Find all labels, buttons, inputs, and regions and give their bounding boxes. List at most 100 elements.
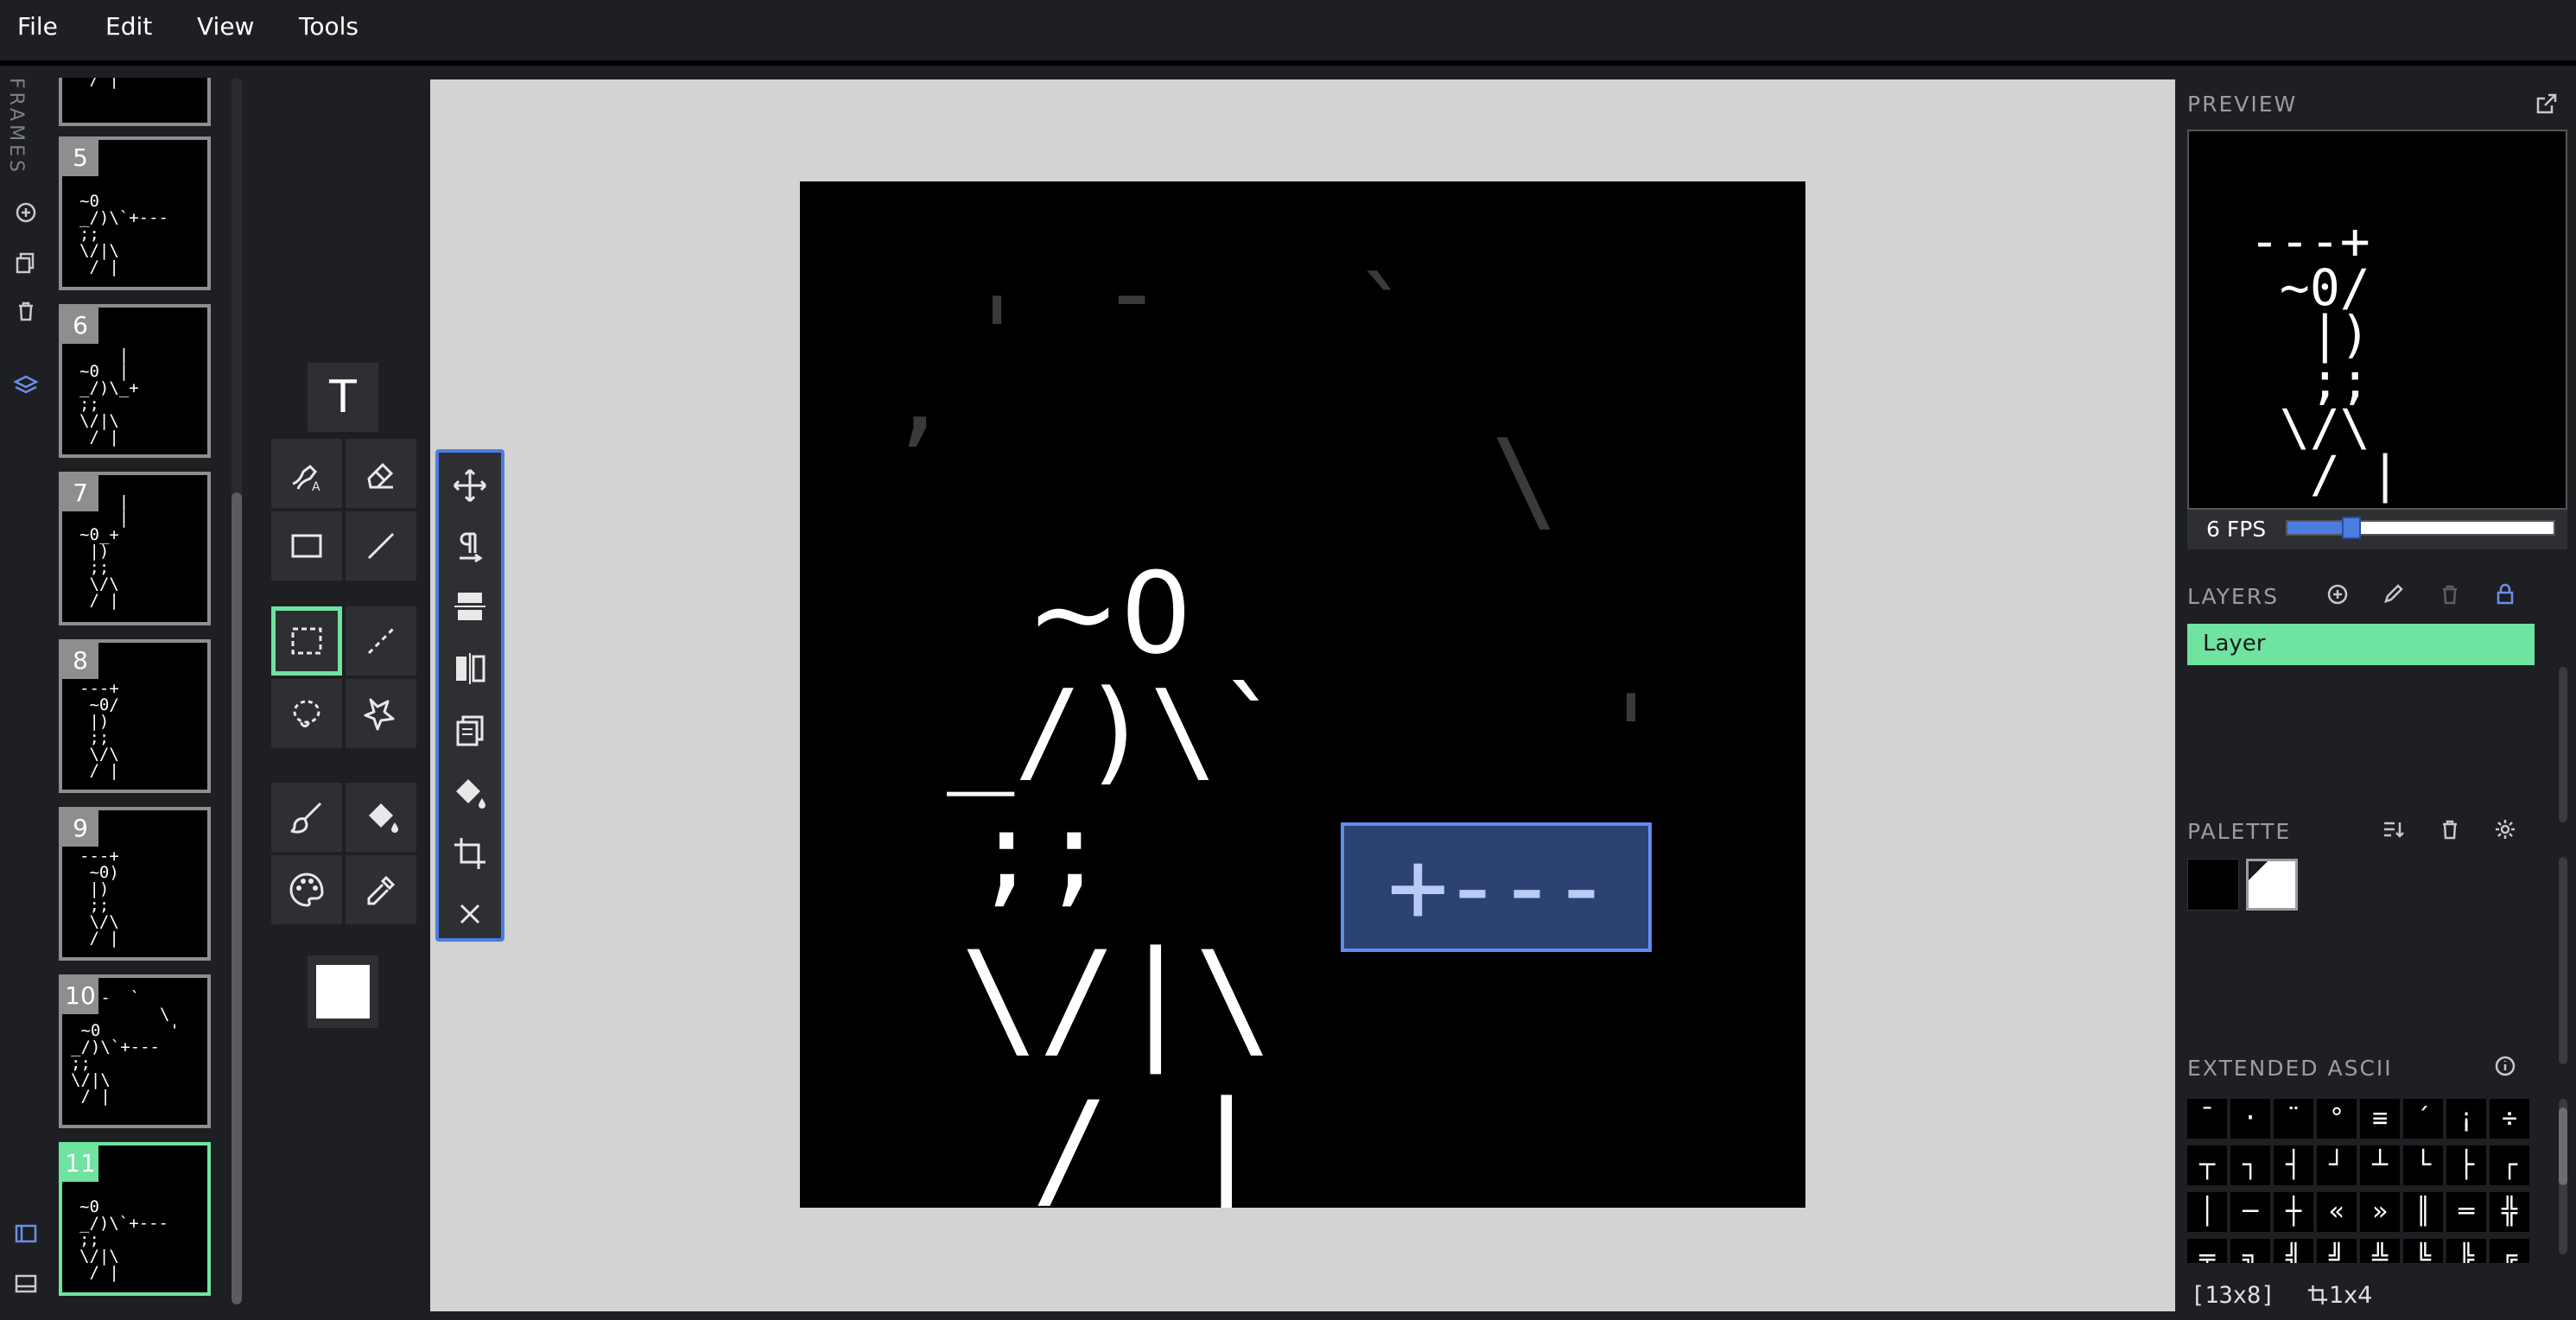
ascii-char-cell[interactable]: ¯: [2187, 1099, 2227, 1139]
frame-thumb[interactable]: 8 ---+ ~0/ |) ;; \/\ / |: [59, 639, 211, 793]
magic-wand-tool-button[interactable]: [346, 679, 416, 748]
line-tool-button[interactable]: [346, 511, 416, 581]
fps-slider[interactable]: [2286, 517, 2555, 539]
menu-edit[interactable]: Edit: [105, 12, 152, 41]
fps-slider-knob[interactable]: [2341, 517, 2361, 539]
panel-bottom-icon[interactable]: [12, 1270, 40, 1298]
frame-thumb[interactable]: 6 | ~0 | _/)\_+ ;; \/|\ / |: [59, 304, 211, 458]
ascii-char-cell[interactable]: └: [2403, 1145, 2443, 1185]
canvas-glyph: `: [1353, 259, 1416, 379]
frame-thumb-partial[interactable]: \/|\ / |: [59, 78, 211, 126]
ascii-char-cell[interactable]: °: [2317, 1099, 2357, 1139]
flip-vertical-icon[interactable]: [449, 586, 491, 627]
ascii-canvas[interactable]: , ' - ` \ ' ~0 _/)\` ;; \/|\ / |: [800, 181, 1805, 1208]
frame-thumb[interactable]: 10 - ` \ ~0 ' _/)\`+--- ;; \/|\ / |: [59, 974, 211, 1128]
ascii-char-cell[interactable]: ╬: [2490, 1192, 2529, 1232]
paragraph-flip-icon[interactable]: [449, 525, 491, 567]
rectangle-tool-button[interactable]: [271, 511, 342, 581]
delete-layer-icon[interactable]: [2438, 582, 2462, 606]
lasso-icon: [293, 700, 320, 727]
text-tool-button[interactable]: T: [308, 363, 378, 432]
dashed-line-tool-button[interactable]: [346, 606, 416, 676]
fill-tool-button[interactable]: [346, 783, 416, 852]
add-frame-icon[interactable]: [12, 199, 40, 226]
ascii-char-cell[interactable]: │: [2187, 1192, 2227, 1232]
ascii-char-cell[interactable]: ╗: [2230, 1239, 2270, 1263]
ascii-char-cell[interactable]: ≡: [2360, 1099, 2400, 1139]
ascii-char-cell[interactable]: ├: [2446, 1145, 2486, 1185]
layers-scrollbar[interactable]: [2559, 667, 2567, 822]
menu-file[interactable]: File: [17, 12, 58, 41]
lock-icon[interactable]: [2493, 582, 2517, 606]
pen-tool-button[interactable]: A: [271, 439, 342, 508]
frame-thumb[interactable]: 9 ---+ ~0) |) ;; \/\ / |: [59, 807, 211, 961]
ascii-char-cell[interactable]: ┤: [2274, 1145, 2313, 1185]
eraser-tool-button[interactable]: [346, 439, 416, 508]
flip-horizontal-icon[interactable]: [449, 648, 491, 689]
frame-art: | ~0 | _/)\_+ ;; \/|\ / |: [79, 346, 139, 447]
ascii-char-cell[interactable]: ´: [2403, 1099, 2443, 1139]
palette-swatch-white[interactable]: [2246, 859, 2298, 911]
ascii-char-cell[interactable]: ═: [2446, 1192, 2486, 1232]
ascii-char-cell[interactable]: ┘: [2317, 1145, 2357, 1185]
eyedropper-tool-button[interactable]: [346, 855, 416, 924]
fill-selection-icon[interactable]: [449, 772, 491, 814]
selection-box[interactable]: +---: [1341, 822, 1652, 952]
duplicate-frame-icon[interactable]: [12, 249, 40, 276]
layers-icon[interactable]: [12, 371, 40, 399]
ascii-char-cell[interactable]: ─: [2230, 1192, 2270, 1232]
frame-thumb-active[interactable]: 11 ~0 _/)\`+--- ;; \/|\ / |: [59, 1142, 211, 1296]
select-tool-button[interactable]: [271, 606, 342, 676]
panel-left-icon[interactable]: [12, 1220, 40, 1247]
move-icon[interactable]: [449, 465, 491, 506]
delete-frame-icon[interactable]: [12, 297, 40, 325]
ascii-char-cell[interactable]: ╠: [2446, 1239, 2486, 1263]
crop-icon[interactable]: [449, 833, 491, 874]
layer-item[interactable]: Layer: [2187, 624, 2535, 665]
palette-settings-icon[interactable]: [2493, 817, 2517, 841]
add-layer-icon[interactable]: [2325, 582, 2350, 606]
ascii-char-cell[interactable]: ╚: [2403, 1239, 2443, 1263]
lasso-tool-button[interactable]: [271, 679, 342, 748]
ascii-char-cell[interactable]: ┴: [2360, 1145, 2400, 1185]
menu-view[interactable]: View: [197, 12, 254, 41]
palette-scrollbar[interactable]: [2559, 857, 2567, 1064]
menu-bar: File Edit View Tools: [0, 0, 2576, 66]
ascii-char-cell[interactable]: ╩: [2360, 1239, 2400, 1263]
ascii-char-cell[interactable]: ╤: [2187, 1239, 2227, 1263]
current-color-button[interactable]: [308, 955, 378, 1028]
ascii-char-cell[interactable]: ¡: [2446, 1099, 2486, 1139]
brush-tool-button[interactable]: [271, 783, 342, 852]
external-link-icon[interactable]: [2535, 92, 2559, 116]
palette-swatch-black[interactable]: [2187, 859, 2239, 911]
palette-tool-button[interactable]: [271, 855, 342, 924]
ascii-char-cell[interactable]: ┐: [2230, 1145, 2270, 1185]
frame-thumb[interactable]: 5 ~0 _/)\`+--- ;; \/|\ / |: [59, 136, 211, 290]
frame-art: ~0 _/)\`+--- ;; \/|\ / |: [79, 1197, 168, 1282]
ascii-char-cell[interactable]: ·: [2230, 1099, 2270, 1139]
menu-tools[interactable]: Tools: [299, 12, 358, 41]
delete-palette-icon[interactable]: [2438, 817, 2462, 841]
ascii-char-cell[interactable]: ┼: [2274, 1192, 2313, 1232]
ascii-scrollbar-thumb[interactable]: [2559, 1107, 2567, 1185]
edit-layer-icon[interactable]: [2381, 582, 2405, 606]
ascii-char-cell[interactable]: ┌: [2490, 1145, 2529, 1185]
frames-scrollbar-thumb[interactable]: [232, 492, 242, 1304]
ascii-char-cell[interactable]: ╝: [2317, 1239, 2357, 1263]
canvas-glyph: ,: [888, 337, 951, 457]
extended-ascii-title: EXTENDED ASCII: [2187, 1056, 2393, 1081]
ascii-char-cell[interactable]: ÷: [2490, 1099, 2529, 1139]
ascii-char-cell[interactable]: «: [2317, 1192, 2357, 1232]
ascii-char-cell[interactable]: ¨: [2274, 1099, 2313, 1139]
ascii-char-cell[interactable]: ╔: [2490, 1239, 2529, 1263]
frame-thumb[interactable]: 7 | | ~0_+ |) ;; \/\ / |: [59, 472, 211, 625]
ascii-char-cell[interactable]: ║: [2403, 1192, 2443, 1232]
sort-palette-icon[interactable]: [2381, 817, 2405, 841]
frame-number: 6: [62, 308, 98, 344]
info-icon[interactable]: [2493, 1054, 2517, 1078]
ascii-char-cell[interactable]: »: [2360, 1192, 2400, 1232]
ascii-char-cell[interactable]: ╣: [2274, 1239, 2313, 1263]
copy-icon[interactable]: [449, 710, 491, 752]
close-icon[interactable]: [449, 893, 491, 935]
ascii-char-cell[interactable]: ┬: [2187, 1145, 2227, 1185]
